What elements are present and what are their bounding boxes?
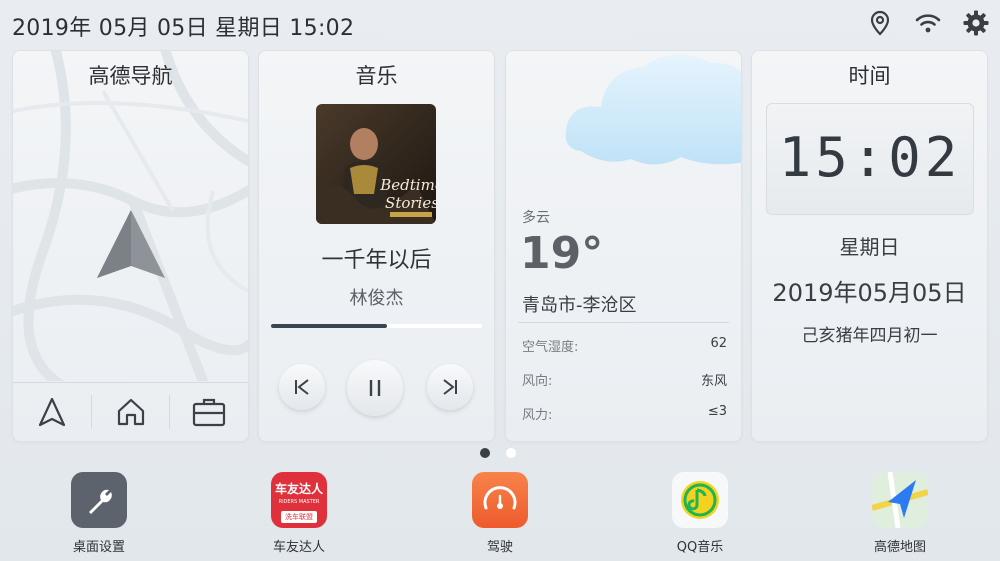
wrench-icon <box>71 472 127 528</box>
wind-direction-value: 东风 <box>700 374 727 389</box>
pause-button[interactable] <box>347 360 403 416</box>
weather-wind-direction-row: 风向: 东风 <box>522 370 727 389</box>
dock-label: 高德地图 <box>873 540 926 555</box>
previous-icon <box>295 379 309 395</box>
music-title: 音乐 <box>355 64 398 88</box>
clock-digits: 15:02 <box>778 126 962 189</box>
next-button[interactable] <box>427 364 473 410</box>
qq-music-icon <box>672 472 728 528</box>
page-dot-2[interactable] <box>506 448 516 458</box>
dock-label: 驾驶 <box>486 540 513 555</box>
album-art: Bedtime Stories <box>316 104 436 224</box>
home-button[interactable] <box>92 383 170 441</box>
car-club-icon-subtitle: RIDERS MASTER <box>278 498 320 505</box>
pause-icon <box>369 380 381 396</box>
date: 2019年05月05日 <box>772 279 967 307</box>
dock-app-desktop-settings[interactable]: 桌面设置 <box>44 472 154 555</box>
weather-condition: 多云 <box>522 210 550 226</box>
dock-app-qq-music[interactable]: QQ音乐 <box>645 472 755 555</box>
album-text-line1: Bedtime <box>379 176 436 194</box>
previous-button[interactable] <box>279 364 325 410</box>
progress-fill <box>271 324 388 328</box>
weather-temperature: 19° <box>520 228 604 279</box>
navigation-arrow-icon <box>97 210 165 278</box>
home-icon <box>117 398 144 426</box>
car-club-icon-title: 车友达人 <box>274 481 323 496</box>
dock-label: 车友达人 <box>272 540 325 555</box>
weather-city: 青岛市-李沧区 <box>522 295 637 316</box>
wind-direction-label: 风向: <box>522 374 553 389</box>
song-artist: 林俊杰 <box>349 288 404 309</box>
status-datetime: 2019年 05月 05日 星期日 15:02 <box>12 16 355 41</box>
next-icon <box>443 379 457 395</box>
humidity-label: 空气湿度: <box>522 340 579 355</box>
navigate-arrow-icon <box>38 397 65 427</box>
wind-force-label: 风力: <box>522 408 553 423</box>
dock-label: QQ音乐 <box>676 540 724 555</box>
navigation-title: 高德导航 <box>88 64 173 88</box>
wind-force-value: ≤3 <box>707 404 727 419</box>
song-title: 一千年以后 <box>321 248 432 273</box>
amap-icon <box>872 472 928 528</box>
dock-label: 桌面设置 <box>72 540 125 555</box>
gear-icon[interactable] <box>962 9 990 37</box>
dock-app-driving[interactable]: 驾驶 <box>445 472 555 555</box>
status-icons <box>866 9 990 37</box>
digital-clock: 15:02 <box>766 103 974 215</box>
weather-wind-force-row: 风力: ≤3 <box>522 404 727 423</box>
progress-bar[interactable] <box>271 324 482 328</box>
dock-app-amap[interactable]: 高德地图 <box>845 472 955 555</box>
page-dot-1[interactable] <box>480 448 490 458</box>
navigate-button[interactable] <box>13 383 91 441</box>
navigation-shortcuts <box>13 382 248 441</box>
location-pin-icon[interactable] <box>866 9 894 37</box>
speedometer-icon <box>472 472 528 528</box>
music-card[interactable]: 音乐 Bedtime Stories 一千年以后 林俊杰 <box>258 50 495 442</box>
album-cover[interactable]: Bedtime Stories <box>316 104 436 224</box>
car-club-icon-badge: 洗车联盟 <box>281 510 317 523</box>
weekday: 星期日 <box>839 235 900 259</box>
wifi-icon[interactable] <box>914 9 942 37</box>
humidity-value: 62 <box>710 336 727 351</box>
page-indicator <box>480 448 516 458</box>
time-card[interactable]: 时间 15:02 星期日 2019年05月05日 己亥猪年四月初一 <box>751 50 988 442</box>
weather-humidity-row: 空气湿度: 62 <box>522 336 727 355</box>
navigation-card[interactable]: 高德导航 <box>12 50 249 442</box>
time-title: 时间 <box>848 64 891 88</box>
car-club-icon: 车友达人 RIDERS MASTER 洗车联盟 <box>271 472 327 528</box>
lunar-date: 己亥猪年四月初一 <box>801 326 938 346</box>
cloud-icon <box>565 54 741 165</box>
dock-app-car-club[interactable]: 车友达人 RIDERS MASTER 洗车联盟 车友达人 <box>244 472 354 555</box>
status-bar: 2019年 05月 05日 星期日 15:02 <box>0 0 1000 46</box>
divider <box>518 322 729 323</box>
weather-card[interactable]: 多云 19° 青岛市-李沧区 空气湿度: 62 风向: 东风 风力: ≤3 <box>505 50 742 442</box>
briefcase-icon <box>193 398 226 427</box>
company-button[interactable] <box>170 383 248 441</box>
album-text-line2: Stories <box>385 194 436 212</box>
